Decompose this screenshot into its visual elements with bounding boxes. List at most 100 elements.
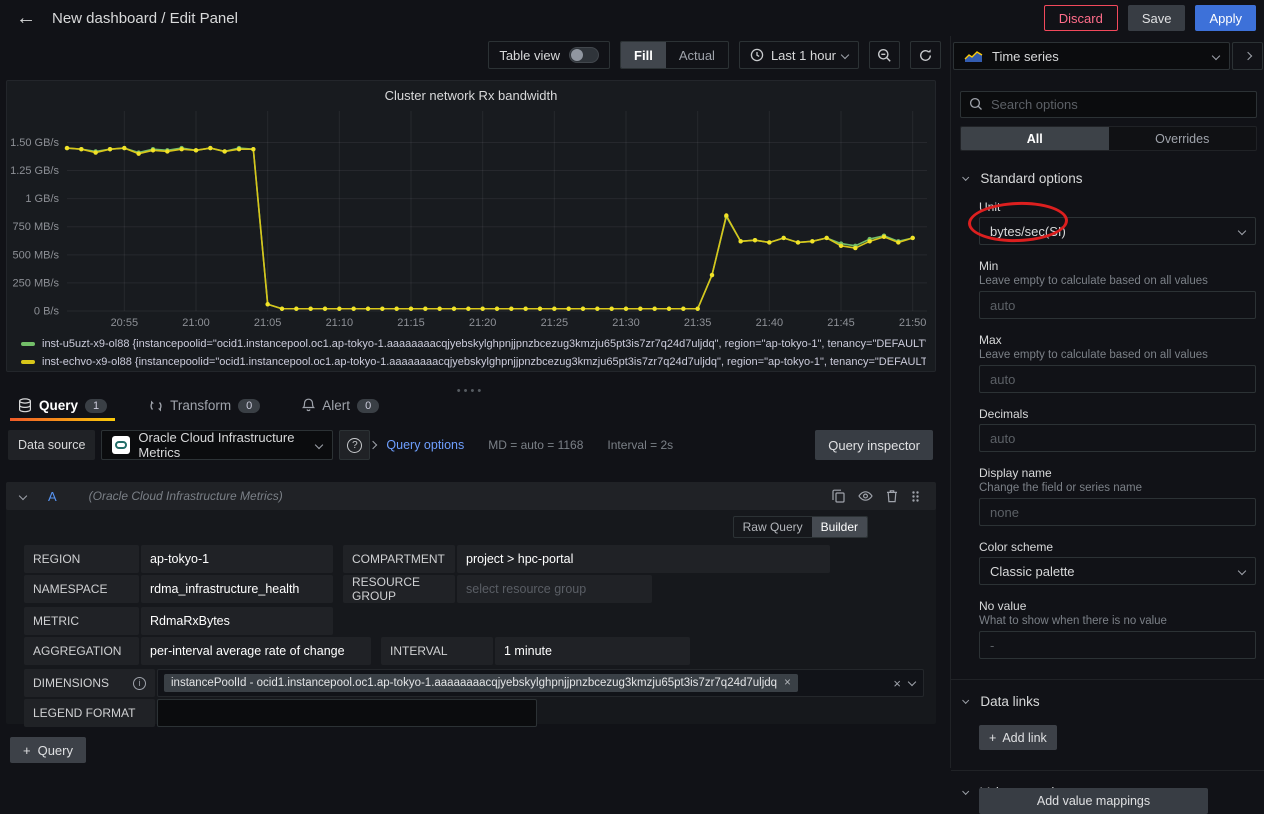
- datasource-row: Data source Oracle Cloud Infrastructure …: [8, 430, 933, 460]
- max-data-points-value: MD = auto = 1168: [488, 438, 583, 452]
- remove-query-button[interactable]: [886, 489, 898, 503]
- query-row-header[interactable]: A (Oracle Cloud Infrastructure Metrics): [6, 482, 936, 510]
- series-color-swatch[interactable]: [21, 360, 35, 364]
- query-options-link[interactable]: Query options: [386, 438, 464, 452]
- table-view-toggle[interactable]: [569, 47, 599, 63]
- add-link-button[interactable]: + Add link: [979, 725, 1057, 750]
- legend-item[interactable]: inst-echvo-x9-ol88 {instancepoolid="ocid…: [21, 353, 926, 371]
- aggregation-label: AGGREGATION: [24, 637, 139, 665]
- svg-text:21:20: 21:20: [469, 317, 497, 329]
- data-links-section-header[interactable]: Data links: [963, 694, 1264, 709]
- svg-text:1 GB/s: 1 GB/s: [25, 193, 59, 205]
- series-label[interactable]: inst-echvo-x9-ol88 {instancepoolid="ocid…: [42, 356, 926, 368]
- svg-text:21:50: 21:50: [899, 317, 927, 329]
- fill-actual-switch: Fill Actual: [620, 41, 729, 69]
- table-view-label: Table view: [499, 48, 560, 63]
- discard-button[interactable]: Discard: [1044, 5, 1118, 31]
- eye-icon: [858, 490, 873, 502]
- clock-icon: [750, 48, 764, 62]
- duplicate-query-button[interactable]: [832, 489, 845, 503]
- compartment-select[interactable]: project > hpc-portal: [457, 545, 830, 573]
- resource-group-select[interactable]: select resource group: [457, 575, 652, 603]
- svg-text:21:40: 21:40: [756, 317, 784, 329]
- interval-select[interactable]: 1 minute: [495, 637, 690, 665]
- add-value-mappings-button[interactable]: Add value mappings: [979, 788, 1208, 814]
- search-options-input[interactable]: [960, 91, 1257, 118]
- query-inspector-button[interactable]: Query inspector: [815, 430, 933, 460]
- disable-query-button[interactable]: [858, 490, 873, 502]
- query-datasource-hint: (Oracle Cloud Infrastructure Metrics): [89, 489, 283, 503]
- back-arrow-icon[interactable]: ←: [16, 7, 36, 30]
- chevron-right-icon[interactable]: [369, 441, 377, 449]
- tab-alert[interactable]: Alert 0: [294, 390, 387, 421]
- timeseries-chart[interactable]: 0 B/s250 MB/s500 MB/s750 MB/s1 GB/s1.25 …: [11, 105, 933, 333]
- add-query-button[interactable]: + Query: [10, 737, 86, 763]
- color-scheme-value: Classic palette: [990, 564, 1233, 579]
- svg-text:21:25: 21:25: [541, 317, 569, 329]
- oci-datasource-icon: [112, 436, 130, 454]
- region-select[interactable]: ap-tokyo-1: [141, 545, 333, 573]
- unit-value: bytes/sec(SI): [990, 224, 1233, 239]
- display-name-label: Display name: [979, 466, 1256, 480]
- series-color-swatch[interactable]: [21, 342, 35, 346]
- tab-all[interactable]: All: [961, 127, 1109, 150]
- datasource-help-button[interactable]: ?: [339, 430, 370, 460]
- zoom-out-button[interactable]: [869, 41, 900, 69]
- query-builder-form: REGION ap-tokyo-1 COMPARTMENT project > …: [6, 545, 936, 727]
- dimensions-multiselect[interactable]: instancePoolId - ocid1.instancepool.oc1.…: [157, 669, 924, 697]
- datasource-picker[interactable]: Oracle Cloud Infrastructure Metrics: [101, 430, 333, 460]
- trash-icon: [886, 489, 898, 503]
- display-name-input[interactable]: [979, 498, 1256, 526]
- help-icon: ?: [347, 438, 362, 453]
- standard-options-section-header[interactable]: Standard options: [963, 171, 1264, 186]
- aggregation-select[interactable]: per-interval average rate of change: [141, 637, 371, 665]
- builder-option[interactable]: Builder: [812, 517, 867, 537]
- apply-button[interactable]: Apply: [1195, 5, 1256, 31]
- visualization-select[interactable]: Time series: [953, 42, 1230, 70]
- clear-dimensions-icon[interactable]: ×: [893, 676, 901, 691]
- no-value-label: No value: [979, 599, 1256, 613]
- collapse-query-icon[interactable]: [19, 492, 27, 500]
- decimals-input[interactable]: [979, 424, 1256, 452]
- options-pane: Time series All Overrides Standard optio…: [950, 36, 1264, 768]
- interval-label: INTERVAL: [381, 637, 493, 665]
- panel-toolbar: Table view Fill Actual Last 1 hour: [0, 41, 941, 69]
- unit-select[interactable]: bytes/sec(SI): [979, 217, 1256, 245]
- section-divider: [951, 679, 1264, 680]
- info-icon[interactable]: i: [133, 677, 146, 690]
- time-range-picker[interactable]: Last 1 hour: [739, 41, 859, 69]
- metric-select[interactable]: RdmaRxBytes: [141, 607, 333, 635]
- section-divider: [951, 770, 1264, 771]
- min-input[interactable]: [979, 291, 1256, 319]
- actual-option[interactable]: Actual: [666, 42, 728, 68]
- timeseries-viz-icon: [964, 50, 983, 63]
- svg-text:21:10: 21:10: [326, 317, 354, 329]
- query-mode-switch: Raw Query Builder: [733, 516, 868, 538]
- tab-transform[interactable]: Transform 0: [141, 390, 268, 421]
- save-button[interactable]: Save: [1128, 5, 1186, 31]
- refresh-button[interactable]: [910, 41, 941, 69]
- tab-overrides[interactable]: Overrides: [1109, 127, 1257, 150]
- decimals-label: Decimals: [979, 407, 1256, 421]
- top-nav-bar: ← New dashboard / Edit Panel Discard Sav…: [0, 0, 1264, 36]
- tab-alert-label: Alert: [322, 398, 350, 413]
- namespace-select[interactable]: rdma_infrastructure_health: [141, 575, 333, 603]
- legend-item[interactable]: inst-u5uzt-x9-ol88 {instancepoolid="ocid…: [21, 335, 926, 353]
- remove-dimension-icon[interactable]: ×: [784, 677, 791, 689]
- legend-format-input[interactable]: [157, 699, 537, 727]
- collapse-options-button[interactable]: [1232, 42, 1263, 70]
- svg-text:20:55: 20:55: [111, 317, 139, 329]
- drag-query-handle[interactable]: [911, 490, 920, 503]
- region-label: REGION: [24, 545, 139, 573]
- max-input[interactable]: [979, 365, 1256, 393]
- raw-query-option[interactable]: Raw Query: [734, 517, 812, 537]
- search-icon: [969, 97, 983, 111]
- svg-text:250 MB/s: 250 MB/s: [13, 277, 60, 289]
- options-filter-tabs: All Overrides: [960, 126, 1257, 151]
- series-label[interactable]: inst-u5uzt-x9-ol88 {instancepoolid="ocid…: [42, 338, 926, 350]
- tab-query[interactable]: Query 1: [10, 390, 115, 421]
- fill-option[interactable]: Fill: [621, 42, 666, 68]
- color-scheme-select[interactable]: Classic palette: [979, 557, 1256, 585]
- no-value-input[interactable]: [979, 631, 1256, 659]
- copy-icon: [832, 489, 845, 503]
